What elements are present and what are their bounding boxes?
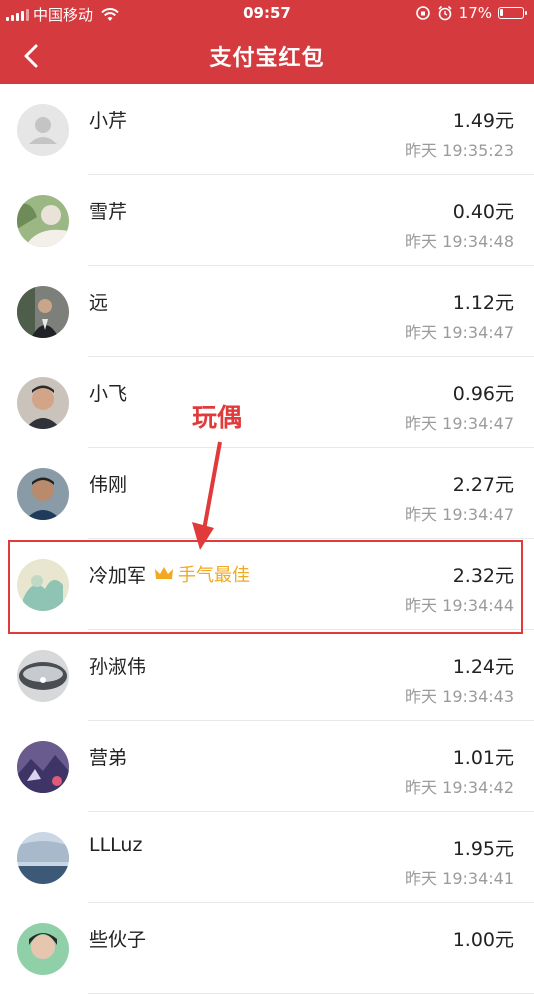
status-right: 17% — [415, 4, 527, 22]
avatar — [17, 195, 69, 247]
battery-percent: 17% — [458, 4, 492, 22]
list-item[interactable]: LLLuz 1.95元 昨天 19:34:41 — [0, 812, 534, 903]
status-bar: 中国移动 09:57 17% — [0, 0, 534, 28]
user-name: 小飞 — [89, 383, 128, 405]
list-item[interactable]: 远 1.12元 昨天 19:34:47 — [0, 266, 534, 357]
timestamp: 昨天 19:34:43 — [405, 687, 514, 706]
annotation-highlight-box — [8, 540, 523, 634]
timestamp: 昨天 19:34:48 — [405, 232, 514, 251]
annotation-label: 玩偶 — [192, 403, 243, 432]
avatar — [17, 741, 69, 793]
avatar — [17, 286, 69, 338]
list-item[interactable]: 营弟 1.01元 昨天 19:34:42 — [0, 721, 534, 812]
user-name: 小芹 — [89, 110, 128, 132]
amount: 1.01元 — [452, 747, 514, 769]
user-name: 些伙子 — [89, 929, 147, 951]
orientation-lock-icon — [415, 6, 430, 20]
amount: 1.00元 — [452, 929, 514, 951]
amount: 0.40元 — [452, 201, 514, 223]
annotation-arrow-icon — [192, 441, 222, 550]
avatar — [17, 104, 69, 156]
battery-fill — [500, 9, 503, 16]
amount: 1.95元 — [452, 838, 514, 860]
avatar — [17, 650, 69, 702]
timestamp: 昨天 19:34:47 — [405, 414, 514, 433]
user-name: 伟刚 — [89, 474, 128, 496]
list-item[interactable]: 伟刚 2.27元 昨天 19:34:47 — [0, 448, 534, 539]
user-name: 营弟 — [89, 747, 128, 769]
nav-bar: 支付宝红包 — [0, 28, 534, 84]
user-name: 雪芹 — [89, 201, 128, 223]
timestamp: 昨天 19:35:23 — [405, 141, 514, 160]
page-title: 支付宝红包 — [209, 46, 325, 71]
timestamp: 昨天 19:34:42 — [405, 778, 514, 797]
list-item[interactable]: 小飞 0.96元 昨天 19:34:47 — [0, 357, 534, 448]
list-item[interactable]: 些伙子 1.00元 — [0, 903, 534, 994]
avatar — [17, 923, 69, 975]
list-item[interactable]: 雪芹 0.40元 昨天 19:34:48 — [0, 175, 534, 266]
amount: 1.49元 — [452, 110, 514, 132]
user-name: 远 — [89, 292, 109, 314]
timestamp: 昨天 19:34:47 — [405, 323, 514, 342]
amount: 2.27元 — [452, 474, 514, 496]
avatar — [17, 832, 69, 884]
battery-icon — [498, 7, 527, 19]
avatar — [17, 377, 69, 429]
user-name: LLLuz — [89, 834, 143, 856]
red-packet-list: 小芹 1.49元 昨天 19:35:23 雪芹 0.40元 昨天 19:34:4… — [0, 84, 534, 994]
user-name: 孙淑伟 — [89, 656, 147, 678]
app-header: 中国移动 09:57 17% 支付宝红包 — [0, 0, 534, 84]
list-item[interactable]: 小芹 1.49元 昨天 19:35:23 — [0, 84, 534, 175]
timestamp: 昨天 19:34:41 — [405, 869, 514, 888]
timestamp: 昨天 19:34:47 — [405, 505, 514, 524]
amount: 1.24元 — [452, 656, 514, 678]
avatar — [17, 468, 69, 520]
list-item[interactable]: 孙淑伟 1.24元 昨天 19:34:43 — [0, 630, 534, 721]
amount: 1.12元 — [452, 292, 514, 314]
alarm-icon — [438, 5, 452, 21]
amount: 0.96元 — [452, 383, 514, 405]
